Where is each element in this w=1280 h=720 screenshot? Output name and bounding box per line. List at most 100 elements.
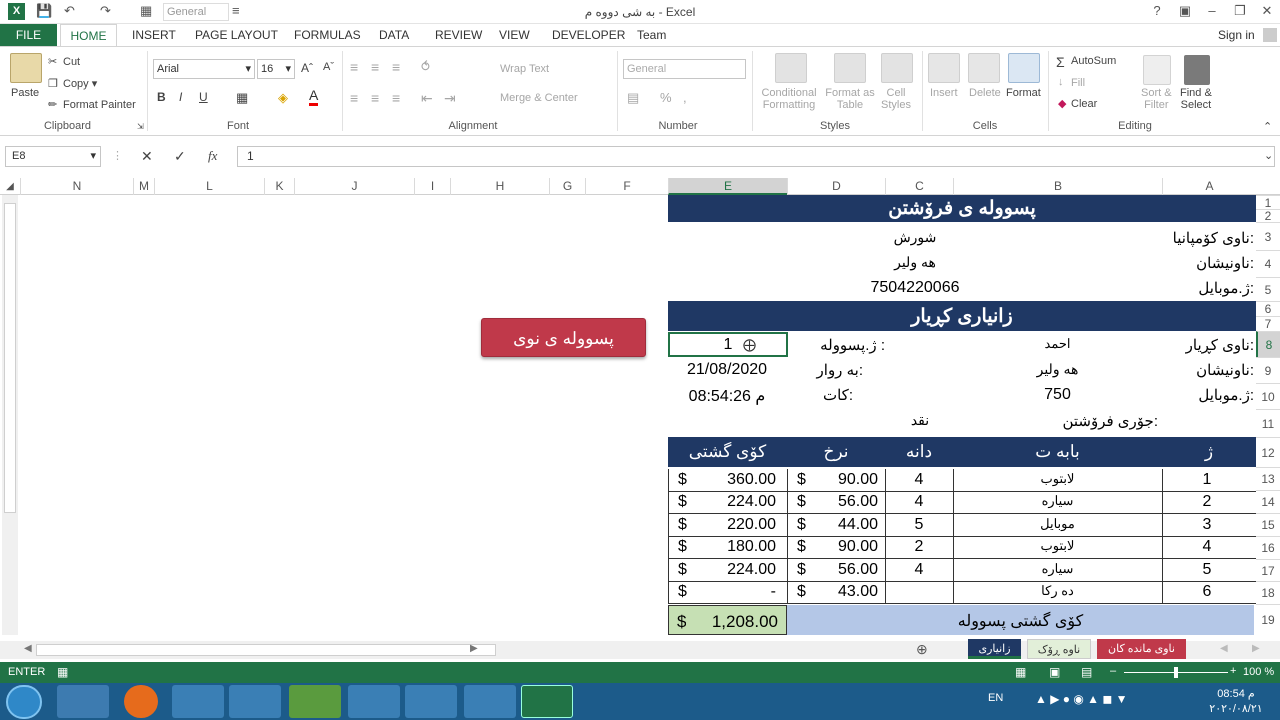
format-as-table-icon[interactable] [834,53,866,83]
row-header[interactable]: 4 [1256,250,1280,277]
date-value[interactable]: 21/08/2020 [668,361,786,379]
mobile-value[interactable]: 7504220066 [850,279,980,297]
tab-view[interactable]: VIEW [499,28,530,42]
item-quantity-cell[interactable]: 4 [885,561,953,579]
row-header[interactable]: 11 [1256,409,1280,437]
item-total-cell[interactable]: 180.00 [690,538,776,556]
col-header-i[interactable]: I [414,178,450,195]
time-value[interactable]: 08:54:26 م [668,386,786,406]
tab-page-layout[interactable]: PAGE LAYOUT [195,28,278,42]
firefox-icon[interactable] [124,685,158,718]
percent-icon[interactable]: % [660,90,672,105]
tray-icons[interactable]: ▲ ▶ ● ◉ ▲ ◼ ▼ [1035,692,1128,706]
clock-time[interactable]: 08:54 م [1212,687,1260,700]
clear-button[interactable]: ◆ Clear [1058,97,1097,111]
align-top-icon[interactable]: ≡ [350,59,358,75]
item-price-cell[interactable]: 90.00 [808,471,878,489]
scrollbar-thumb[interactable] [4,203,16,513]
decrease-indent-icon[interactable]: ⇤ [421,90,433,107]
italic-button[interactable]: I [179,90,182,104]
macro-record-icon[interactable]: ▦ [57,665,68,679]
row-header[interactable]: 12 [1256,437,1280,467]
item-price-cell[interactable]: 43.00 [808,583,878,601]
buyer-address-value[interactable]: هه ولیر [1000,361,1115,378]
camtasia-icon[interactable] [289,685,341,718]
autosum-button[interactable]: Σ AutoSum [1056,54,1116,70]
chrome-icon[interactable] [172,685,224,718]
increase-indent-icon[interactable]: ⇥ [444,90,456,107]
total-currency-cell[interactable]: $ [678,493,690,511]
sort-filter-button[interactable]: Sort & Filter [1141,87,1172,111]
comma-icon[interactable]: , [683,90,687,105]
row-header[interactable]: 1 [1256,195,1280,210]
new-sheet-icon[interactable]: ⊕ [916,641,928,658]
zoom-in-icon[interactable]: + [1230,665,1236,677]
borders-icon[interactable]: ▦ [236,90,248,106]
align-left-icon[interactable]: ≡ [350,90,358,106]
col-header-c[interactable]: C [885,178,953,195]
col-header-f[interactable]: F [585,178,668,195]
font-color-icon[interactable]: A [309,87,319,106]
bold-button[interactable]: B [157,90,166,104]
collapse-ribbon-icon[interactable]: ⌃ [1263,120,1272,133]
tab-scroll-right-icon[interactable]: ▶ [1252,643,1260,654]
tab-file[interactable]: FILE [0,24,57,47]
paste-icon[interactable] [10,53,42,83]
row-header[interactable]: 15 [1256,513,1280,536]
item-price-cell[interactable]: 56.00 [808,493,878,511]
col-header-g[interactable]: G [549,178,585,195]
zoom-slider-thumb[interactable] [1174,667,1178,678]
confirm-entry-icon[interactable]: ✓ [174,148,186,165]
company-value[interactable]: شورش [860,229,970,246]
tab-developer[interactable]: DEVELOPER [552,28,625,42]
total-currency-cell[interactable]: $ [678,471,690,489]
row-header[interactable]: 19 [1256,604,1280,635]
ribbon-display-icon[interactable]: ▣ [1173,3,1197,21]
align-middle-icon[interactable]: ≡ [371,59,379,75]
page-layout-view-icon[interactable]: ▣ [1049,665,1060,679]
item-total-cell[interactable]: 224.00 [690,561,776,579]
item-price-cell[interactable]: 56.00 [808,561,878,579]
grow-font-icon[interactable]: Aˆ [301,61,313,75]
internet-explorer-icon[interactable] [348,685,400,718]
scroll-right-icon[interactable]: ▶ [470,643,478,654]
page-break-view-icon[interactable]: ▤ [1081,665,1092,679]
item-quantity-cell[interactable]: 4 [885,471,953,489]
tools-icon[interactable] [405,685,457,718]
insert-cells-button[interactable]: Insert [930,87,958,99]
number-format-combo[interactable]: General [623,59,746,79]
shrink-font-icon[interactable]: Aˇ [323,61,334,73]
expand-formula-bar-icon[interactable]: ⌄ [1264,149,1273,162]
row-header[interactable]: 8 [1256,331,1280,357]
item-total-cell[interactable]: 224.00 [690,493,776,511]
sheet-tab-info[interactable]: زانيارى [968,639,1021,659]
item-number-cell[interactable]: 5 [1162,561,1252,579]
close-icon[interactable]: ✕ [1255,3,1279,21]
row-header[interactable]: 9 [1256,357,1280,383]
invoice-number-value[interactable]: 1 [670,336,786,354]
scroll-left-icon[interactable]: ◀ [24,643,32,654]
help-icon[interactable]: ? [1145,3,1169,21]
item-quantity-cell[interactable]: 5 [885,516,953,534]
binoculars-icon[interactable] [1184,55,1210,85]
col-header-k[interactable]: K [264,178,294,195]
wrap-text-button[interactable]: Wrap Text [500,63,549,75]
row-header[interactable]: 13 [1256,467,1280,490]
buyer-mobile-value[interactable]: 750 [1000,386,1115,404]
insert-cells-icon[interactable] [928,53,960,83]
item-name-cell[interactable]: لابتوب [953,538,1162,554]
accounting-icon[interactable]: ▤ [627,90,639,106]
delete-cells-button[interactable]: Delete [969,87,1001,99]
address-value[interactable]: هه ولیر [860,254,970,271]
row-header[interactable]: 18 [1256,581,1280,604]
tab-formulas[interactable]: FORMULAS [294,28,361,42]
conditional-formatting-button[interactable]: Conditional Formatting [757,87,821,111]
paste-button[interactable]: Paste [11,87,39,99]
align-right-icon[interactable]: ≡ [392,90,400,106]
format-painter-button[interactable]: ✏ Format Painter [48,98,136,112]
col-header-m[interactable]: M [133,178,154,195]
formula-input[interactable]: 1 [237,146,1275,167]
row-header[interactable]: 17 [1256,559,1280,581]
tab-team[interactable]: Team [637,28,666,42]
font-size-combo[interactable]: 16 ▾ [257,59,295,79]
